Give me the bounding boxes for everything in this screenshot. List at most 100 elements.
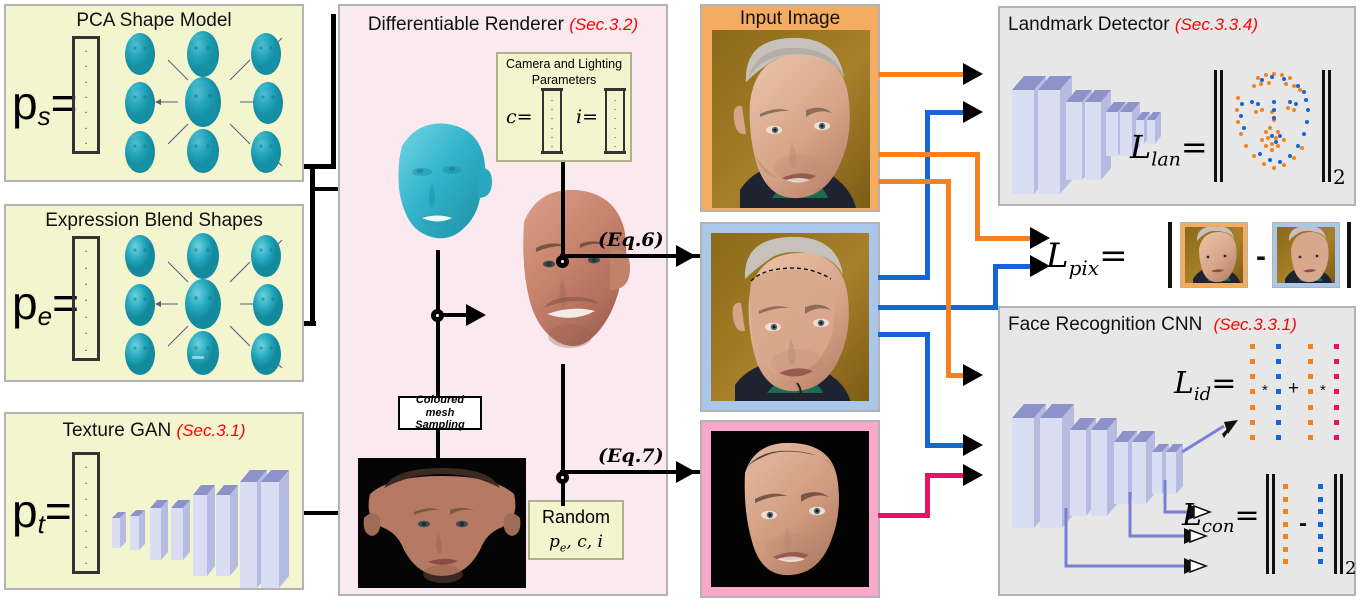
arrow-pink-to-face (963, 464, 983, 486)
panel-landmark-detector: Landmark Detector (Sec.3.3.4) Llan= 2 (998, 6, 1356, 206)
input-image-title-text: Input Image (739, 8, 841, 29)
wire-blue-render-tap1 (878, 275, 930, 280)
face-recognition-panel-title: Face Recognition CNN (Sec.3.3.1) (1008, 314, 1297, 336)
id-loss-sub: id (1193, 384, 1212, 405)
arrow-mesh-to-render (466, 304, 486, 326)
pca-param-label: ps= (12, 77, 77, 129)
landmark-panel-title: Landmark Detector (Sec.3.3.4) (1008, 14, 1258, 36)
texture-gan-title-text: Texture GAN (62, 420, 172, 441)
texture-gan-panel-title: Texture GAN (Sec.3.1) (6, 420, 302, 442)
pix-loss-sub: pix (1068, 255, 1100, 280)
landmark-section-ref: (Sec.3.3.4) (1174, 15, 1259, 34)
arrow-eq6-to-render-image (676, 245, 696, 267)
panel-texture-gan: Texture GAN (Sec.3.1) pt= .. .. .. . (4, 412, 304, 590)
panel-input-image: Input Image (700, 4, 880, 212)
synthetic-photo (711, 431, 869, 587)
face-recognition-title-text: Face Recognition CNN (1008, 314, 1203, 335)
con-dotcol-orange (1283, 484, 1288, 564)
eq7-label: (Eq.7) (598, 445, 664, 467)
id-dotcol-orange-1 (1250, 344, 1255, 440)
pix-minus-sign: - (1256, 240, 1266, 273)
wire-sampling-down (436, 430, 440, 460)
landmark-loss-equals: = (1180, 128, 1208, 166)
con-loss-equals: = (1234, 498, 1260, 533)
pca-vector-bracket: .. .. .. . (72, 36, 100, 154)
camera-box-title-line1: Camera and Lighting (505, 57, 623, 71)
arrow-eq7-to-synth-image (676, 461, 696, 483)
con-loss-L: L (1182, 498, 1202, 533)
sampling-line1: Coloured mesh (415, 394, 465, 419)
wire-orange-input-face-v (946, 179, 951, 377)
id-loss-label: Lid= (1174, 366, 1236, 405)
camera-c-dots: .. .. .. (550, 92, 554, 150)
panel-differentiable-renderer: Differentiable Renderer (Sec.3.2) Camera… (338, 4, 668, 596)
wire-expression-to-merge-h (304, 321, 316, 326)
panel-expression-blend-shapes: Expression Blend Shapes pe= .. .. .. . (4, 204, 304, 382)
wire-pink-synth-h1 (878, 513, 930, 518)
lighting-i-vector: .. .. .. (604, 88, 626, 154)
id-plus-sign: + (1288, 378, 1300, 399)
wire-orange-input-pix-h1 (878, 152, 980, 157)
expression-face-grid (125, 233, 283, 375)
pix-loss-L: L (1046, 236, 1069, 276)
face-recognition-section-ref: (Sec.3.3.1) (1213, 315, 1297, 334)
landmark-title-text: Landmark Detector (1008, 14, 1170, 35)
pix-norm-bar-right (1347, 222, 1351, 288)
id-dotcol-pink (1334, 344, 1339, 440)
pix-thumb-input (1180, 222, 1248, 288)
wire-orange-input-face-h1 (878, 179, 951, 184)
expression-param-label: pe= (12, 280, 79, 329)
wire-pca-vertical (331, 14, 336, 169)
camera-c-vector: .. .. .. (541, 88, 563, 154)
panel-synthetic-image (700, 420, 880, 598)
id-loss-equals: = (1211, 366, 1237, 401)
arrow-blue-to-landmark (963, 101, 983, 123)
expression-vector-dots: .. .. .. . (84, 243, 88, 354)
camera-lighting-box: Camera and Lighting Parameters c= .. .. … (496, 52, 632, 162)
camera-c-label: c= (506, 106, 533, 128)
expression-vector-bracket: .. .. .. . (72, 236, 100, 361)
renderer-panel-title: Differentiable Renderer (Sec.3.2) (340, 14, 666, 36)
wire-pca-to-merge-h (304, 164, 334, 169)
random-box-line2: pe, c, i (549, 532, 603, 555)
pca-face-grid (125, 31, 283, 173)
con-norm-subscript: 2 (1345, 558, 1357, 579)
pix-thumb-render (1272, 222, 1340, 288)
random-params-box: Random pe, c, i (528, 500, 624, 560)
pix-thumb-input-photo (1185, 227, 1243, 283)
camera-box-title: Camera and Lighting Parameters (498, 57, 630, 88)
texture-param-label: pt= (12, 485, 72, 537)
wire-blue-render-pix-h1 (878, 305, 998, 310)
id-dotcol-blue-1 (1276, 344, 1281, 440)
pix-loss-equals: = (1099, 236, 1128, 276)
texture-vector-bracket: .. .. .. . (72, 452, 100, 574)
wire-camera-box-down (561, 162, 565, 260)
con-dotcol-blue (1318, 484, 1323, 564)
pca-param-p: p (12, 77, 38, 129)
pca-vector-dots: .. .. .. . (84, 42, 88, 148)
arrow-orange-to-landmark (963, 63, 983, 85)
landmark-loss-sub: lan (1151, 148, 1181, 171)
tex-param-sub: t (37, 509, 45, 539)
coloured-mesh-sampling-box: Coloured mesh Sampling (398, 394, 482, 432)
id-mult-sign-1: * (1262, 382, 1268, 399)
wire-orange-input-pix-v (975, 152, 980, 240)
texture-vector-dots: .. .. .. . (84, 458, 88, 568)
teal-head-mesh (398, 123, 492, 239)
landmark-cnn-blocks (1012, 76, 1161, 194)
texture-gan-section-ref: (Sec.3.1) (176, 421, 246, 440)
eq6-label: (Eq.6) (598, 229, 664, 251)
landmark-loss-L: L (1130, 128, 1152, 166)
sampling-line2: Sampling (415, 419, 465, 432)
tex-param-equals: = (44, 485, 72, 537)
texture-map-image (358, 458, 526, 588)
input-image-title: Input Image (702, 8, 878, 30)
panel-rendered-overlay-image (700, 222, 880, 412)
rendered-textured-head (523, 189, 630, 348)
arrow-orange-to-face (963, 364, 983, 386)
con-loss-label: Lcon= (1182, 498, 1260, 537)
camera-box-title-line2: Parameters (531, 72, 597, 87)
expr-param-sub: e (37, 301, 53, 331)
panel-face-recognition-cnn: Face Recognition CNN (Sec.3.3.1) Lid= * (998, 306, 1356, 596)
con-minus-sign: - (1299, 510, 1307, 537)
